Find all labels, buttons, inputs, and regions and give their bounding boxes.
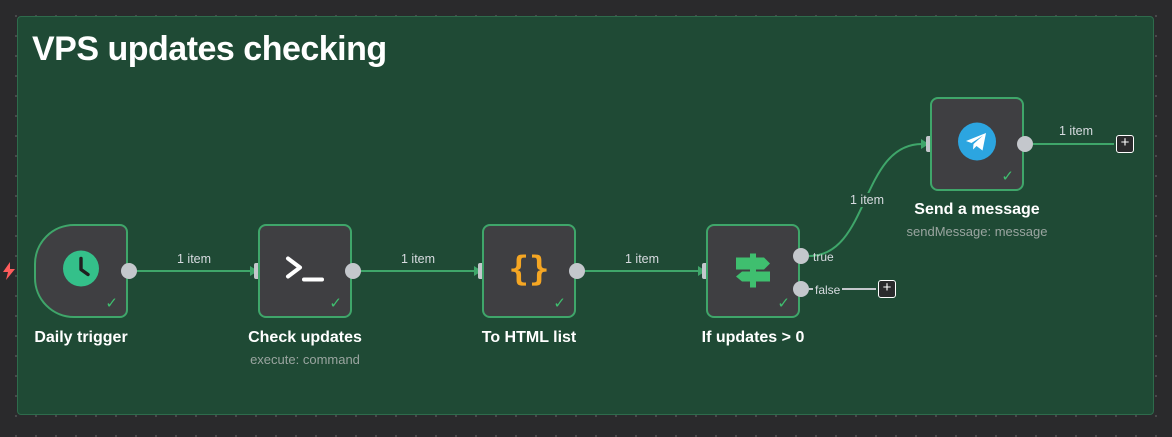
port-label-false: false — [813, 283, 843, 297]
telegram-icon — [957, 122, 997, 167]
add-node-plus-button[interactable]: + — [878, 280, 896, 298]
code-braces-icon: {} — [507, 249, 551, 294]
output-handle-true[interactable] — [793, 248, 809, 264]
terminal-icon — [284, 253, 326, 290]
edge-item-count: 1 item — [1059, 124, 1094, 138]
node-to-html-list[interactable]: {} ✓ — [482, 224, 576, 318]
success-check-icon: ✓ — [1001, 168, 1014, 185]
node-label: Send a message — [914, 201, 1040, 218]
node-label: To HTML list — [481, 329, 577, 346]
output-handle[interactable] — [121, 263, 137, 279]
success-check-icon: ✓ — [329, 295, 342, 312]
node-sublabel: sendMessage: message — [906, 224, 1048, 239]
svg-text:{}: {} — [509, 250, 550, 289]
success-check-icon: ✓ — [777, 295, 790, 312]
node-if-updates[interactable]: ✓ — [706, 224, 800, 318]
trigger-bolt-icon — [2, 262, 16, 285]
node-send-message[interactable]: ✓ — [930, 97, 1024, 191]
node-label: Daily trigger — [34, 329, 128, 346]
node-label: Check updates — [248, 329, 362, 346]
output-handle-false[interactable] — [793, 281, 809, 297]
success-check-icon: ✓ — [105, 295, 118, 312]
node-sublabel: execute: command — [250, 352, 360, 367]
node-daily-trigger[interactable]: ✓ — [34, 224, 128, 318]
edge-item-count: 1 item — [177, 252, 212, 266]
success-check-icon: ✓ — [553, 295, 566, 312]
port-label-true: true — [813, 250, 834, 264]
node-label: If updates > 0 — [701, 329, 805, 346]
clock-icon — [62, 250, 100, 293]
edge-item-count: 1 item — [625, 252, 660, 266]
node-check-updates[interactable]: ✓ — [258, 224, 352, 318]
output-handle[interactable] — [345, 263, 361, 279]
signpost-icon — [732, 248, 774, 295]
output-handle[interactable] — [569, 263, 585, 279]
add-node-plus-button[interactable]: + — [1116, 135, 1134, 153]
output-handle[interactable] — [1017, 136, 1033, 152]
edge-item-count: 1 item — [401, 252, 436, 266]
